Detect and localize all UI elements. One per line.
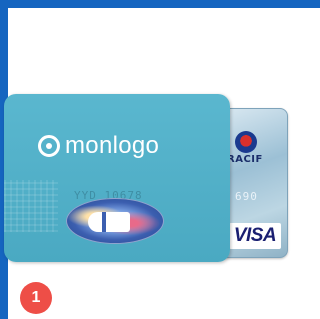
cb-logo-icon [88, 212, 130, 232]
card-pattern [4, 180, 58, 232]
front-card: monlogo YYD 10678 [4, 94, 230, 262]
bank-logo-icon [235, 131, 257, 153]
card-network-logo: VISA [229, 223, 281, 249]
back-card-number: 690 [235, 190, 258, 203]
front-card-logo: monlogo [38, 132, 159, 160]
card-network-label: VISA [233, 225, 277, 246]
step-number-badge: 1 [20, 282, 52, 314]
back-card-brand: RACIF [227, 154, 263, 165]
top-border [0, 0, 320, 8]
logo-mark-icon [38, 135, 60, 157]
illustration-canvas: RACIF 690 VISA monlogo YYD 10678 [4, 8, 320, 319]
front-card-brand: monlogo [65, 132, 160, 159]
